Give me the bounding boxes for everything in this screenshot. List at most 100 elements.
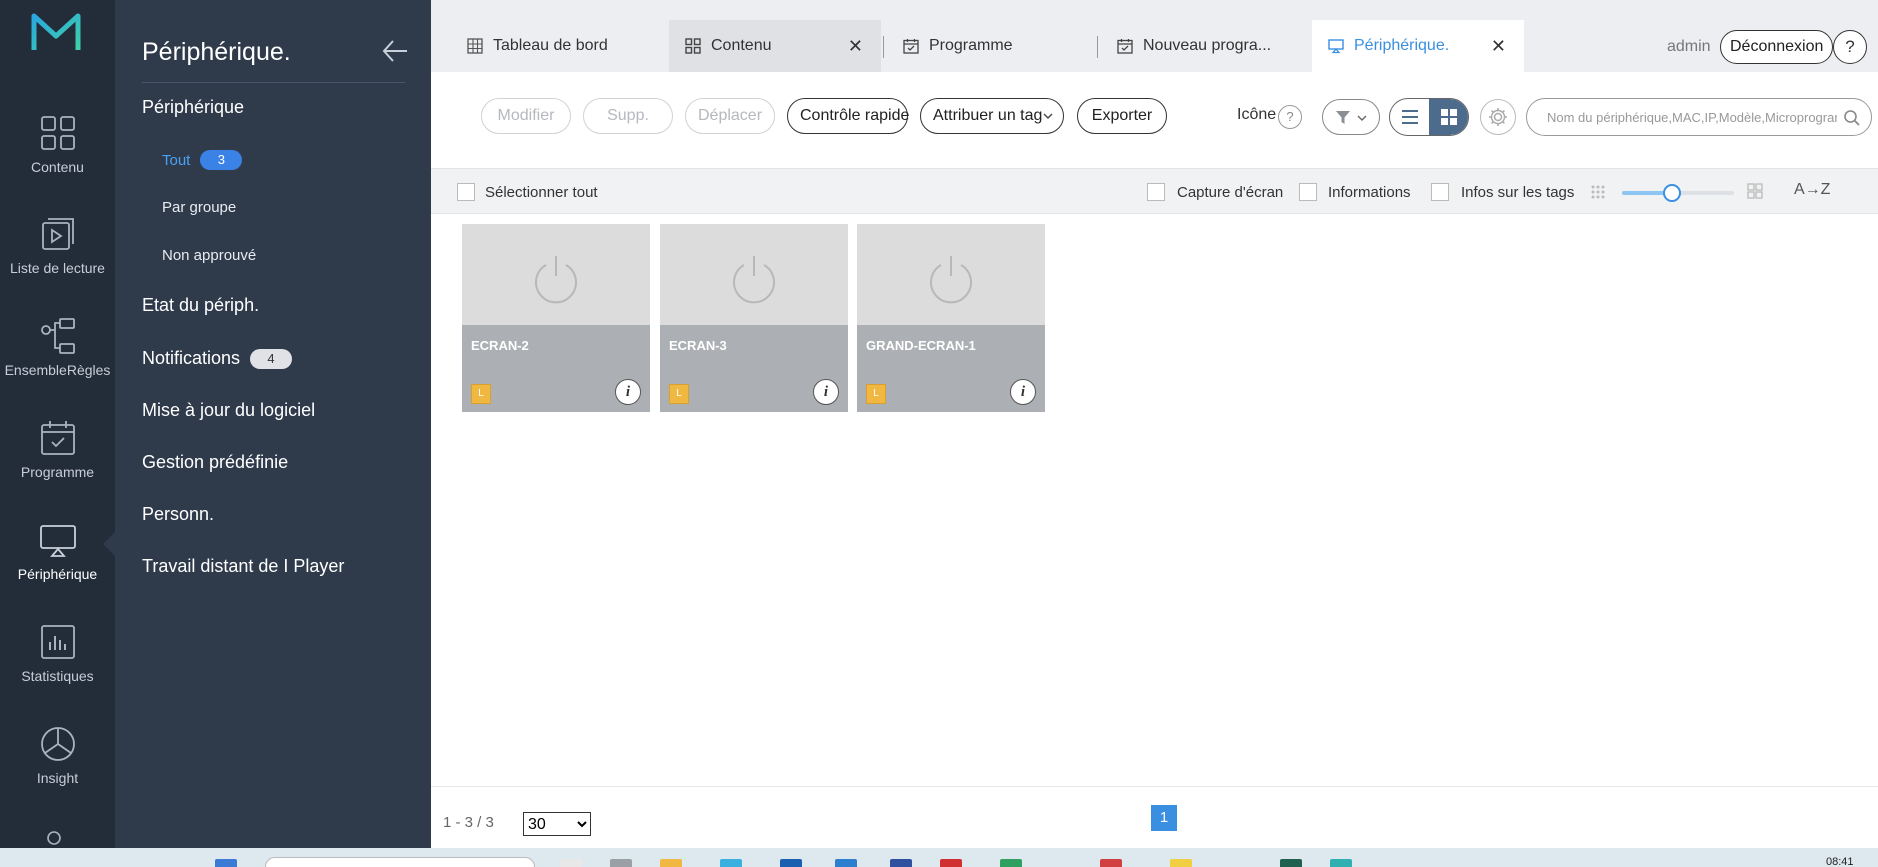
dashboard-icon [467, 38, 483, 54]
rail-item-playlist[interactable]: Liste de lecture [0, 214, 115, 276]
app-icon[interactable] [780, 859, 802, 867]
rail-item-content[interactable]: Contenu [0, 113, 115, 175]
rail-item-schedule[interactable]: Programme [0, 418, 115, 480]
rail-item-statistics[interactable]: Statistiques [0, 622, 115, 684]
app-icon[interactable] [1330, 859, 1352, 867]
start-icon[interactable] [215, 859, 237, 867]
app-icon[interactable] [560, 859, 582, 867]
device-card[interactable]: ECRAN-3 L i [660, 224, 848, 412]
tab-content[interactable]: Contenu ✕ [669, 20, 881, 72]
app-icon[interactable] [1100, 859, 1122, 867]
move-button[interactable]: Déplacer [685, 98, 775, 134]
user-name: admin [1667, 38, 1711, 55]
information-label: Informations [1328, 184, 1411, 201]
folder-icon[interactable] [660, 859, 682, 867]
filter-button[interactable] [1322, 99, 1380, 135]
icon-help-button[interactable]: ? [1278, 105, 1302, 129]
per-page-select[interactable]: 30 [523, 812, 591, 836]
tab-bar: Tableau de bord Contenu ✕ Programme Nouv… [431, 0, 1878, 72]
power-icon [535, 256, 577, 304]
device-card[interactable]: GRAND-ECRAN-1 L i [857, 224, 1045, 412]
quick-control-button[interactable]: Contrôle rapide [787, 98, 909, 134]
schedule-icon [40, 421, 75, 455]
export-button[interactable]: Exporter [1077, 98, 1167, 134]
sidebar-item-notifications[interactable]: Notifications 4 [142, 348, 293, 369]
taskbar-search[interactable] [265, 857, 535, 867]
search-icon[interactable] [1843, 109, 1861, 127]
back-arrow-icon[interactable] [381, 38, 409, 64]
device-type-badge: L [866, 384, 886, 404]
app-icon[interactable] [1170, 859, 1192, 867]
app-icon[interactable] [720, 859, 742, 867]
device-card[interactable]: ECRAN-2 L i [462, 224, 650, 412]
select-all-checkbox[interactable] [457, 183, 475, 201]
tag-info-checkbox[interactable] [1431, 183, 1449, 201]
device-search [1526, 98, 1872, 136]
app-icon[interactable] [610, 859, 632, 867]
statistics-icon [40, 625, 75, 659]
playlist-icon [41, 218, 74, 250]
grid-view-button[interactable] [1429, 99, 1468, 135]
sidebar-item-all[interactable]: Tout 3 [162, 150, 243, 170]
list-view-button[interactable] [1390, 99, 1429, 135]
grid-icon [1440, 109, 1457, 125]
assign-tag-dropdown[interactable]: Attribuer un tag [920, 98, 1064, 134]
rail-item-ruleset[interactable]: EnsembleRègles [0, 316, 115, 378]
pagination-footer: 1 - 3 / 3 30 1 [431, 786, 1878, 848]
close-icon[interactable]: ✕ [1491, 36, 1506, 57]
rail-label: EnsembleRègles [4, 362, 111, 378]
sidebar-item-remote-iplayer[interactable]: Travail distant de I Player [142, 556, 344, 577]
content-grid-icon [40, 116, 75, 150]
logout-button[interactable]: Déconnexion [1720, 30, 1834, 64]
page-1-button[interactable]: 1 [1151, 805, 1177, 831]
tab-label: Tableau de bord [493, 37, 608, 54]
app-icon[interactable] [890, 859, 912, 867]
tab-device[interactable]: Périphérique. ✕ [1312, 20, 1524, 72]
tab-label: Programme [929, 37, 1013, 54]
size-slider-handle[interactable] [1663, 184, 1682, 202]
close-icon[interactable]: ✕ [848, 36, 863, 57]
tab-separator [883, 36, 884, 58]
ruleset-icon [40, 318, 75, 354]
tab-schedule[interactable]: Programme [889, 20, 1089, 72]
gear-icon [1489, 108, 1507, 126]
sidebar-section-device[interactable]: Périphérique [142, 97, 244, 118]
content-grid-icon [685, 38, 701, 54]
help-button[interactable]: ? [1833, 30, 1867, 64]
info-button[interactable]: i [615, 379, 641, 405]
information-checkbox[interactable] [1299, 183, 1317, 201]
info-button[interactable]: i [1010, 379, 1036, 405]
info-button[interactable]: i [813, 379, 839, 405]
device-toolbar: Modifier Supp. Déplacer Contrôle rapide … [431, 72, 1878, 168]
rail-item-insight[interactable]: Insight [0, 724, 115, 786]
sidebar-item-custom[interactable]: Personn. [142, 504, 214, 525]
device-type-badge: L [471, 384, 491, 404]
tab-dashboard[interactable]: Tableau de bord [451, 20, 659, 72]
small-grid-icon [1591, 185, 1605, 199]
sidebar-item-software-update[interactable]: Mise à jour du logiciel [142, 400, 315, 421]
app-icon[interactable] [1000, 859, 1022, 867]
sort-button[interactable]: A→Z [1794, 181, 1830, 199]
modify-button[interactable]: Modifier [481, 98, 571, 134]
search-input[interactable] [1547, 107, 1837, 127]
sidebar-item-unapproved[interactable]: Non approuvé [162, 247, 256, 264]
tab-new-schedule[interactable]: Nouveau progra... [1103, 20, 1303, 72]
tab-label: Contenu [711, 37, 772, 54]
device-thumbnail [660, 224, 848, 325]
sidebar-item-preset-management[interactable]: Gestion prédéfinie [142, 452, 288, 473]
magicinfo-logo [31, 13, 81, 50]
rail-label: Insight [36, 770, 79, 786]
delete-button[interactable]: Supp. [583, 98, 673, 134]
app-icon[interactable] [940, 859, 962, 867]
sidebar-item-by-group[interactable]: Par groupe [162, 199, 236, 216]
settings-button[interactable] [1480, 99, 1516, 135]
sidebar-item-device-status[interactable]: Etat du périph. [142, 295, 259, 316]
app-icon[interactable] [1280, 859, 1302, 867]
tab-label: Périphérique. [1354, 37, 1450, 54]
more-circle-icon[interactable] [46, 830, 62, 846]
app-icon[interactable] [835, 859, 857, 867]
screenshot-checkbox[interactable] [1147, 183, 1165, 201]
rail-active-pointer [103, 532, 115, 556]
calendar-check-icon [1117, 39, 1133, 54]
rail-item-device[interactable]: Périphérique [0, 520, 115, 582]
